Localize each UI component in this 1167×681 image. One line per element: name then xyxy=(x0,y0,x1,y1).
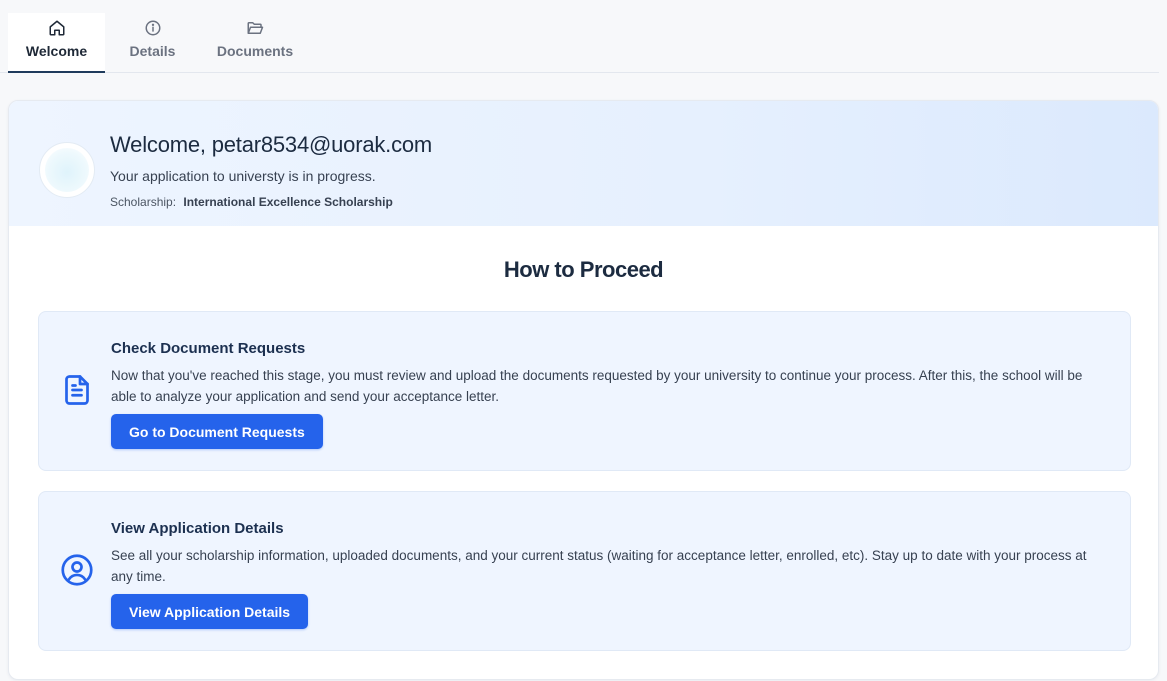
avatar-image xyxy=(45,148,89,192)
welcome-title: Welcome, petar8534@uorak.com xyxy=(110,132,433,157)
step-card-application-details: View Application Details See all your sc… xyxy=(38,491,1131,651)
scholarship-value: International Excellence Scholarship xyxy=(183,195,393,209)
step-description: See all your scholarship information, up… xyxy=(111,548,1087,584)
tab-details-label: Details xyxy=(129,43,176,59)
go-to-document-requests-button[interactable]: Go to Document Requests xyxy=(111,414,323,449)
application-status-text: Your application to universty is in prog… xyxy=(110,168,376,184)
step-card-document-requests: Check Document Requests Now that you've … xyxy=(38,311,1131,471)
folder-open-icon xyxy=(247,22,264,34)
step-title: View Application Details xyxy=(111,520,284,537)
tab-bar: Welcome Details Documents xyxy=(0,0,1159,73)
tab-details[interactable]: Details xyxy=(105,13,200,73)
section-title: How to Proceed xyxy=(503,257,664,282)
tab-documents-label: Documents xyxy=(216,43,294,59)
welcome-card: Welcome, petar8534@uorak.com Your applic… xyxy=(8,100,1159,680)
scholarship-label: Scholarship: xyxy=(110,195,177,209)
tab-welcome-label: Welcome xyxy=(25,43,88,59)
tab-documents[interactable]: Documents xyxy=(200,13,310,73)
welcome-header: Welcome, petar8534@uorak.com Your applic… xyxy=(9,101,1158,226)
scrollbar[interactable] xyxy=(1159,0,1167,681)
document-icon xyxy=(65,375,89,405)
avatar xyxy=(39,142,95,198)
step-description: Now that you've reached this stage, you … xyxy=(111,368,1083,404)
scholarship-line: Scholarship: International Excellence Sc… xyxy=(110,195,393,209)
home-icon xyxy=(49,20,64,36)
step-title: Check Document Requests xyxy=(111,340,306,357)
info-icon xyxy=(145,20,160,36)
user-circle-icon xyxy=(61,554,93,586)
tab-welcome[interactable]: Welcome xyxy=(8,13,105,73)
view-application-details-button[interactable]: View Application Details xyxy=(111,594,309,629)
